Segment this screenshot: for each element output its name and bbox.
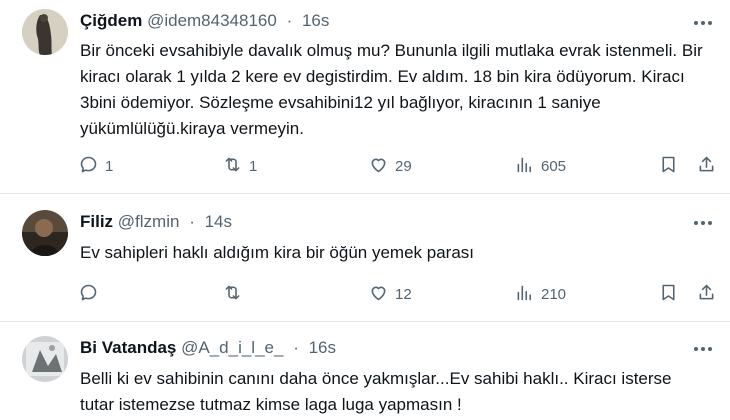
timestamp[interactable]: 16s xyxy=(302,11,329,30)
retweet-count: 1 xyxy=(249,158,258,175)
share-button[interactable] xyxy=(696,154,717,179)
author-name[interactable]: Filiz xyxy=(80,212,113,231)
timestamp[interactable]: 14s xyxy=(205,212,232,231)
author-handle[interactable]: @idem84348160 xyxy=(147,11,277,30)
tweet-header: Bi Vatandaş @A_d_i_l_e_ · 16s xyxy=(80,338,336,358)
tweet[interactable]: Filiz @flzmin · 14s Ev sahipleri haklı a… xyxy=(0,194,730,321)
tweet-text: Belli ki ev sahibinin canını daha önce y… xyxy=(80,369,672,414)
avatar[interactable] xyxy=(22,9,68,55)
like-button[interactable]: 12 xyxy=(368,282,412,307)
reply-icon xyxy=(78,154,99,179)
like-icon xyxy=(368,282,389,307)
retweet-button[interactable]: 1 xyxy=(222,154,257,179)
separator: · xyxy=(286,11,293,30)
reply-button[interactable] xyxy=(78,282,99,307)
like-icon xyxy=(368,154,389,179)
tweet-text: Bir önceki evsahibiyle davalık olmuş mu?… xyxy=(80,41,703,138)
reply-icon xyxy=(78,282,99,307)
separator: · xyxy=(189,212,195,231)
views-count: 210 xyxy=(541,286,567,303)
action-bar: 1 1 29 605 xyxy=(0,154,730,178)
tweet[interactable]: Çiğdem @idem84348160 · 16s Bir önceki ev… xyxy=(0,0,730,192)
tweet[interactable]: Bi Vatandaş @A_d_i_l_e_ · 16s Belli ki e… xyxy=(0,322,730,420)
views-button[interactable]: 605 xyxy=(514,154,566,179)
bookmark-button[interactable] xyxy=(658,154,679,179)
separator: · xyxy=(293,338,299,357)
bookmark-icon xyxy=(658,282,679,307)
avatar[interactable] xyxy=(22,336,68,382)
like-count: 12 xyxy=(395,286,412,303)
views-icon xyxy=(514,154,535,179)
avatar[interactable] xyxy=(22,210,68,256)
bookmark-button[interactable] xyxy=(658,282,679,307)
timestamp[interactable]: 16s xyxy=(309,338,336,357)
author-handle[interactable]: @flzmin xyxy=(118,212,180,231)
retweet-icon xyxy=(222,154,243,179)
like-button[interactable]: 29 xyxy=(368,154,412,179)
tweet-text: Ev sahipleri haklı aldığım kira bir öğün… xyxy=(80,243,475,262)
author-handle[interactable]: @A_d_i_l_e_ xyxy=(181,338,283,357)
retweet-icon xyxy=(222,282,243,307)
share-button[interactable] xyxy=(696,282,717,307)
reply-button[interactable]: 1 xyxy=(78,154,113,179)
more-icon[interactable] xyxy=(692,212,714,234)
retweet-button[interactable] xyxy=(222,282,243,307)
views-icon xyxy=(514,282,535,307)
tweet-header: Filiz @flzmin · 14s xyxy=(80,212,232,232)
views-count: 605 xyxy=(541,158,567,175)
views-button[interactable]: 210 xyxy=(514,282,566,307)
bookmark-icon xyxy=(658,154,679,179)
reply-count: 1 xyxy=(105,158,114,175)
action-bar: 12 210 xyxy=(0,282,730,306)
tweet-header: Çiğdem @idem84348160 · 16s xyxy=(80,11,329,31)
more-icon[interactable] xyxy=(692,338,714,360)
like-count: 29 xyxy=(395,158,412,175)
author-name[interactable]: Çiğdem xyxy=(80,11,142,30)
more-icon[interactable] xyxy=(692,12,714,34)
share-icon xyxy=(696,282,717,307)
author-name[interactable]: Bi Vatandaş xyxy=(80,338,176,357)
share-icon xyxy=(696,154,717,179)
